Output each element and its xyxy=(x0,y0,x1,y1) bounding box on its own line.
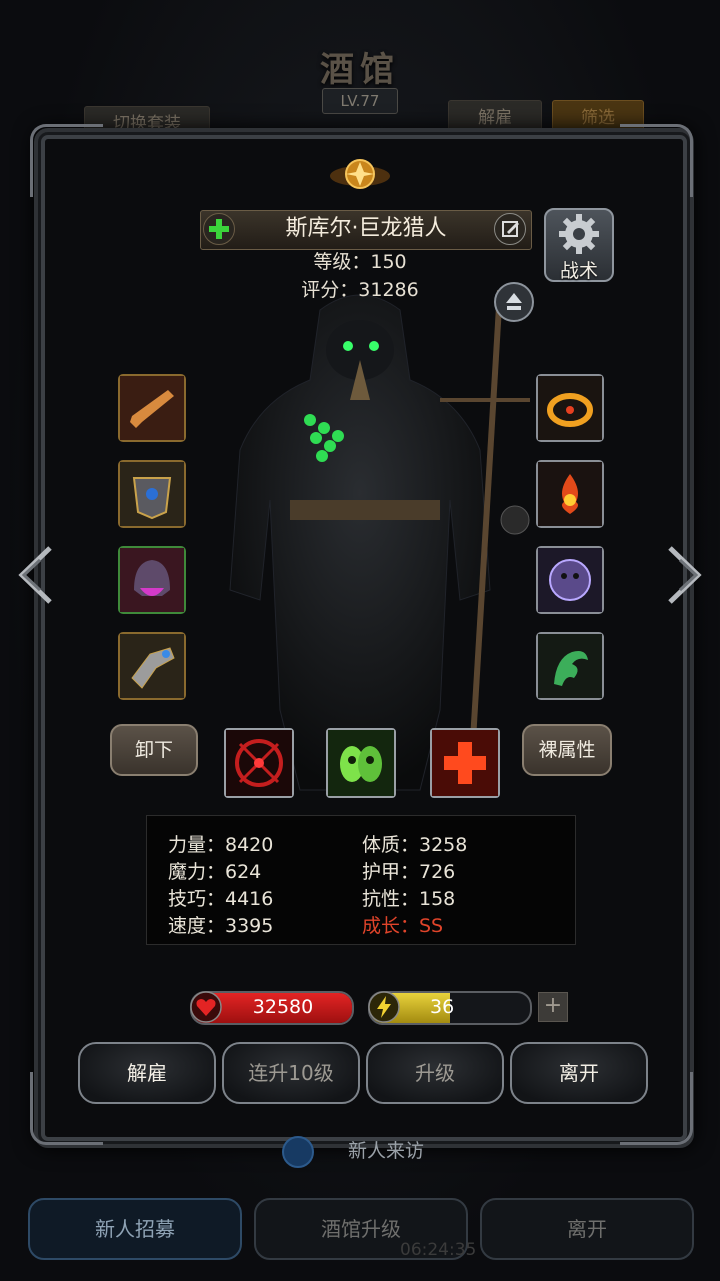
leave-button[interactable]: 离开 xyxy=(510,1042,648,1104)
new-visitor-label[interactable]: 新人来访 xyxy=(330,1136,442,1164)
flame-amulet-icon xyxy=(538,462,602,526)
level-up-button[interactable]: 升级 xyxy=(366,1042,504,1104)
tavern-level-badge: LV.77 xyxy=(322,88,398,114)
skill-slot-1[interactable] xyxy=(224,728,294,798)
rename-button[interactable] xyxy=(494,213,526,245)
skill-slot-3[interactable] xyxy=(430,728,500,798)
frame-corner-ornament xyxy=(620,124,693,197)
attr-armor: 护甲：726 xyxy=(362,861,456,883)
plus-icon xyxy=(209,219,229,239)
gauntlet-icon xyxy=(120,634,184,698)
fire-ring-icon xyxy=(538,376,602,440)
tactic-label: 战术 xyxy=(559,260,598,282)
equip-slot-amulet[interactable] xyxy=(536,460,604,528)
attr-magic: 魔力：624 xyxy=(168,861,262,883)
upload-arrow-icon xyxy=(506,293,522,310)
hero-score: 评分：31286 xyxy=(301,279,419,301)
skill-slot-2[interactable] xyxy=(326,728,396,798)
edit-icon xyxy=(502,221,519,237)
equip-slot-orb[interactable] xyxy=(536,546,604,614)
tab-recruit[interactable]: 新人招募 xyxy=(28,1198,242,1260)
gear-icon xyxy=(559,214,599,254)
frame-corner-ornament xyxy=(30,124,103,197)
demon-orb-icon xyxy=(538,548,602,612)
armor-icon xyxy=(120,462,184,526)
tab-leave[interactable]: 离开 xyxy=(480,1198,694,1260)
previous-hero-arrow[interactable] xyxy=(10,540,58,610)
equip-slot-armor[interactable] xyxy=(118,460,186,528)
equip-slot-gauntlet[interactable] xyxy=(118,632,186,700)
equip-slot-ring[interactable] xyxy=(536,374,604,442)
sun-emblem-icon xyxy=(330,159,390,189)
attr-skill: 技巧：4416 xyxy=(168,888,274,910)
unload-button[interactable]: 卸下 xyxy=(110,724,198,776)
visitor-icon xyxy=(282,1136,314,1168)
weapon-icon xyxy=(120,376,184,440)
energy-value: 36 xyxy=(430,996,455,1018)
hero-name: 斯库尔·巨龙猎人 xyxy=(285,216,447,241)
attr-growth: 成长：SS xyxy=(362,915,444,937)
attr-resistance: 抗性：158 xyxy=(362,888,456,910)
add-energy-button[interactable]: + xyxy=(538,992,568,1022)
chevron-right-icon xyxy=(668,546,702,604)
dismiss-button[interactable]: 解雇 xyxy=(78,1042,216,1104)
green-mask-skill-icon xyxy=(328,730,394,796)
red-cross-skill-icon xyxy=(432,730,498,796)
equip-slot-charm[interactable] xyxy=(536,632,604,700)
hero-level: 等级：150 xyxy=(313,251,407,273)
attr-speed: 速度：3395 xyxy=(168,915,274,937)
countdown-timer: 06:24:35 xyxy=(400,1240,477,1260)
naked-attributes-button[interactable]: 裸属性 xyxy=(522,724,612,776)
lightning-icon xyxy=(368,991,400,1023)
helmet-icon xyxy=(120,548,184,612)
next-hero-arrow[interactable] xyxy=(662,540,710,610)
level-up-10-button[interactable]: 连升10级 xyxy=(222,1042,360,1104)
add-button[interactable] xyxy=(203,213,235,245)
chevron-left-icon xyxy=(18,546,52,604)
equip-slot-helmet[interactable] xyxy=(118,546,186,614)
tavern-title: 酒馆 xyxy=(320,50,400,90)
crosshair-skill-icon xyxy=(226,730,292,796)
promote-button[interactable] xyxy=(494,282,534,322)
hp-value: 32580 xyxy=(252,996,314,1018)
attr-strength: 力量：8420 xyxy=(168,834,274,856)
jade-dragon-icon xyxy=(538,634,602,698)
equip-slot-weapon[interactable] xyxy=(118,374,186,442)
attr-constitution: 体质：3258 xyxy=(362,834,468,856)
